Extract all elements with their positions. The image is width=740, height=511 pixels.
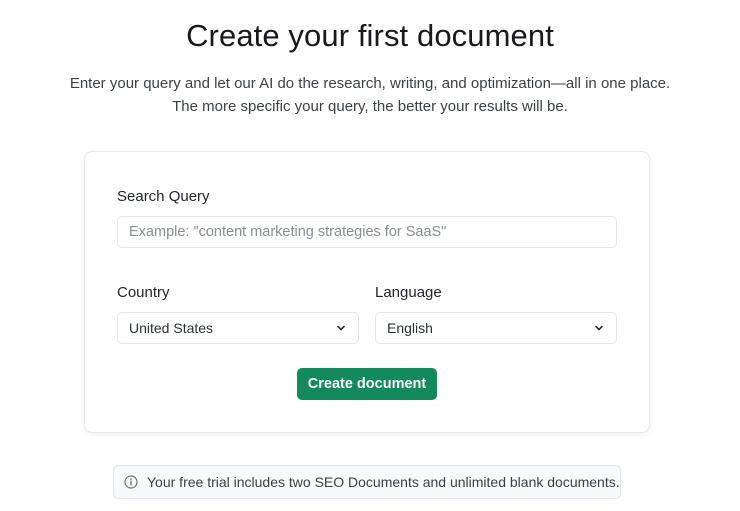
chevron-down-icon (593, 322, 605, 334)
language-select[interactable]: English (375, 312, 617, 344)
search-query-input[interactable] (117, 216, 617, 248)
create-document-page: Create your first document Enter your qu… (0, 0, 740, 511)
language-select-value: English (387, 320, 433, 336)
country-select[interactable]: United States (117, 312, 359, 344)
country-label: Country (117, 284, 170, 301)
trial-notice-text: Your free trial includes two SEO Documen… (147, 474, 620, 490)
chevron-down-icon (335, 322, 347, 334)
trial-notice: Your free trial includes two SEO Documen… (113, 465, 621, 499)
info-icon (124, 475, 138, 489)
country-select-value: United States (129, 320, 214, 336)
page-title: Create your first document (186, 18, 554, 53)
subtitle-line-1: Enter your query and let our AI do the r… (69, 75, 671, 92)
page-subtitle: Enter your query and let our AI do the r… (0, 72, 740, 118)
search-query-label: Search Query (117, 188, 210, 205)
subtitle-line-2: The more specific your query, the better… (172, 98, 568, 115)
language-label: Language (375, 284, 442, 301)
create-document-button[interactable]: Create document (297, 368, 437, 400)
create-document-form: Search Query Country United States Langu… (84, 151, 650, 433)
